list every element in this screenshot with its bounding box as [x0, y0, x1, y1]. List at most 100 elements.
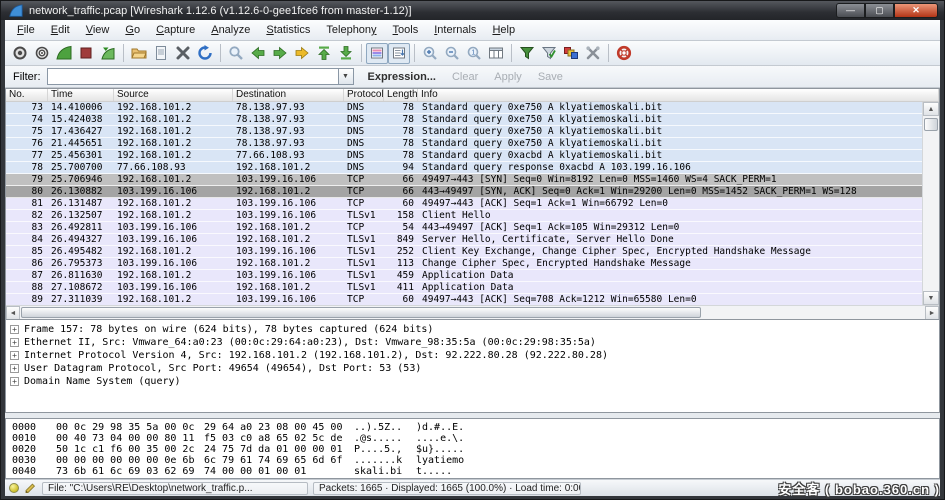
menu-go[interactable]: Go [117, 21, 148, 39]
packet-row-74[interactable]: 7415.424038192.168.101.278.138.97.93DNS7… [6, 114, 922, 126]
packet-row-80[interactable]: 8026.130882103.199.16.106192.168.101.2TC… [6, 186, 922, 198]
preferences-icon[interactable] [582, 43, 604, 64]
colorize-icon[interactable] [366, 43, 388, 64]
column-header-length[interactable]: Length [384, 89, 418, 101]
go-top-icon[interactable] [313, 43, 335, 64]
clear-button[interactable]: Clear [452, 71, 478, 83]
menu-file[interactable]: File [9, 21, 43, 39]
scroll-down-icon[interactable]: ▼ [923, 291, 939, 305]
expand-icon[interactable]: + [10, 351, 19, 360]
packet-row-83[interactable]: 8326.492811103.199.16.106192.168.101.2TC… [6, 222, 922, 234]
cell-time: 14.410006 [48, 102, 114, 113]
help-icon[interactable] [613, 43, 635, 64]
go-to-packet-icon[interactable] [291, 43, 313, 64]
detail-line-4[interactable]: +Domain Name System (query) [10, 375, 939, 388]
hex-row-0000[interactable]: 000000 0c 29 98 35 5a 00 0c29 64 a0 23 0… [12, 422, 939, 433]
capture-options-icon[interactable] [31, 43, 53, 64]
column-header-info[interactable]: Info [418, 89, 939, 101]
packet-row-88[interactable]: 8827.108672103.199.16.106192.168.101.2TL… [6, 282, 922, 294]
coloring-rules-icon[interactable] [560, 43, 582, 64]
column-header-source[interactable]: Source [114, 89, 233, 101]
detail-line-0[interactable]: +Frame 157: 78 bytes on wire (624 bits),… [10, 323, 939, 336]
packet-row-75[interactable]: 7517.436427192.168.101.278.138.97.93DNS7… [6, 126, 922, 138]
expand-icon[interactable]: + [10, 364, 19, 373]
cell-info: Standard query 0xe750 A klyatiemoskali.b… [418, 138, 922, 149]
zoom-in-icon[interactable] [419, 43, 441, 64]
find-packet-icon[interactable] [225, 43, 247, 64]
expression-button[interactable]: Expression... [368, 71, 436, 83]
scroll-up-icon[interactable]: ▲ [923, 102, 939, 116]
hex-row-0030[interactable]: 003000 00 00 00 00 00 0e 6b6c 79 61 74 6… [12, 455, 939, 466]
column-header-no[interactable]: No. [6, 89, 48, 101]
packet-row-86[interactable]: 8626.795373103.199.16.106192.168.101.2TL… [6, 258, 922, 270]
menu-help[interactable]: Help [484, 21, 523, 39]
menu-internals[interactable]: Internals [426, 21, 484, 39]
packet-row-81[interactable]: 8126.131487192.168.101.2103.199.16.106TC… [6, 198, 922, 210]
hex-row-0020[interactable]: 002050 1c c1 f6 00 35 00 2c24 75 7d da 0… [12, 444, 939, 455]
scroll-right-icon[interactable]: ► [925, 306, 939, 320]
packet-row-79[interactable]: 7925.706946192.168.101.2103.199.16.106TC… [6, 174, 922, 186]
go-forward-icon[interactable] [269, 43, 291, 64]
packet-row-78[interactable]: 7825.70070077.66.108.93192.168.101.2DNS9… [6, 162, 922, 174]
expand-icon[interactable]: + [10, 377, 19, 386]
column-header-time[interactable]: Time [48, 89, 114, 101]
maximize-button[interactable]: ▢ [865, 3, 894, 18]
menu-analyze[interactable]: Analyze [203, 21, 258, 39]
display-filter-icon[interactable] [538, 43, 560, 64]
filter-input[interactable] [47, 68, 339, 85]
packet-row-89[interactable]: 8927.311039192.168.101.2103.199.16.106TC… [6, 294, 922, 305]
minimize-button[interactable]: — [836, 3, 865, 18]
horizontal-scroll-thumb[interactable] [21, 307, 701, 318]
scroll-left-icon[interactable]: ◄ [6, 306, 20, 320]
expert-info-icon[interactable] [9, 483, 19, 493]
menu-edit[interactable]: Edit [43, 21, 78, 39]
save-button[interactable]: Save [538, 71, 563, 83]
reload-icon[interactable] [194, 43, 216, 64]
horizontal-scrollbar[interactable]: ◄ ► [6, 305, 939, 319]
go-back-icon[interactable] [247, 43, 269, 64]
close-file-icon[interactable] [172, 43, 194, 64]
zoom-out-icon[interactable] [441, 43, 463, 64]
menu-telephony[interactable]: Telephony [318, 21, 384, 39]
autoscroll-icon[interactable] [388, 43, 410, 64]
close-button[interactable]: ✕ [894, 3, 938, 18]
vertical-scrollbar[interactable]: ▲ ▼ [922, 102, 939, 305]
capture-comment-icon[interactable] [23, 482, 37, 495]
packet-row-77[interactable]: 7725.456301192.168.101.277.66.108.93DNS7… [6, 150, 922, 162]
hex-row-0010[interactable]: 001000 40 73 04 00 00 80 11f5 03 c0 a8 6… [12, 433, 939, 444]
menu-capture[interactable]: Capture [148, 21, 203, 39]
cell-dst: 103.199.16.106 [233, 294, 344, 305]
expand-icon[interactable]: + [10, 325, 19, 334]
packet-row-85[interactable]: 8526.495482192.168.101.2103.199.16.106TL… [6, 246, 922, 258]
list-interfaces-icon[interactable] [9, 43, 31, 64]
detail-line-1[interactable]: +Ethernet II, Src: Vmware_64:a0:23 (00:0… [10, 336, 939, 349]
save-file-icon[interactable] [150, 43, 172, 64]
apply-button[interactable]: Apply [494, 71, 522, 83]
detail-line-2[interactable]: +Internet Protocol Version 4, Src: 192.1… [10, 349, 939, 362]
column-header-protocol[interactable]: Protocol [344, 89, 384, 101]
resize-columns-icon[interactable] [485, 43, 507, 64]
packet-row-73[interactable]: 7314.410006192.168.101.278.138.97.93DNS7… [6, 102, 922, 114]
menu-view[interactable]: View [78, 21, 118, 39]
hex-row-0040[interactable]: 004073 6b 61 6c 69 03 62 6974 00 00 01 0… [12, 466, 939, 477]
hex-ascii: skali.bi [354, 466, 410, 477]
open-file-icon[interactable] [128, 43, 150, 64]
vertical-scroll-thumb[interactable] [924, 118, 938, 131]
capture-filter-icon[interactable] [516, 43, 538, 64]
title-bar[interactable]: network_traffic.pcap [Wireshark 1.12.6 (… [1, 1, 944, 20]
start-capture-icon[interactable] [53, 43, 75, 64]
detail-line-3[interactable]: +User Datagram Protocol, Src Port: 49654… [10, 362, 939, 375]
menu-tools[interactable]: Tools [385, 21, 427, 39]
filter-dropdown-arrow-icon[interactable]: ▼ [339, 68, 354, 85]
go-bottom-icon[interactable] [335, 43, 357, 64]
packet-row-87[interactable]: 8726.811630192.168.101.2103.199.16.106TL… [6, 270, 922, 282]
menu-statistics[interactable]: Statistics [258, 21, 318, 39]
restart-capture-icon[interactable] [97, 43, 119, 64]
packet-row-76[interactable]: 7621.445651192.168.101.278.138.97.93DNS7… [6, 138, 922, 150]
stop-capture-icon[interactable] [75, 43, 97, 64]
column-header-destination[interactable]: Destination [233, 89, 344, 101]
packet-row-82[interactable]: 8226.132507192.168.101.2103.199.16.106TL… [6, 210, 922, 222]
zoom-100-icon[interactable]: 1 [463, 43, 485, 64]
packet-row-84[interactable]: 8426.494327103.199.16.106192.168.101.2TL… [6, 234, 922, 246]
expand-icon[interactable]: + [10, 338, 19, 347]
